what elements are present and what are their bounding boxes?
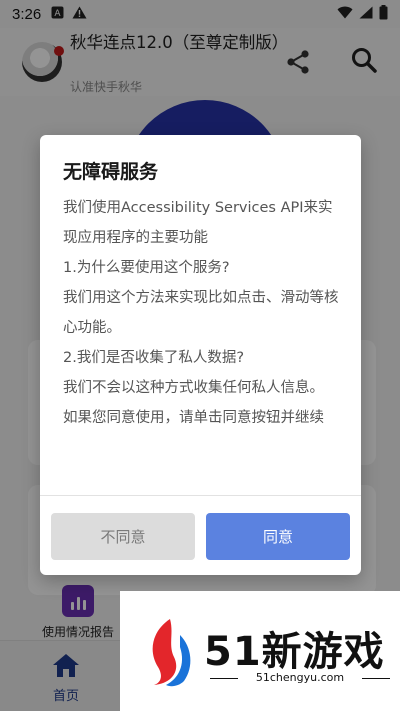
dialog-paragraph: 我们用这个方法来实现比如点击、滑动等核心功能。 [63, 290, 339, 336]
watermark-domain: 51chengyu.com [210, 671, 390, 684]
disagree-button[interactable]: 不同意 [51, 513, 195, 560]
accessibility-dialog: 无障碍服务 我们使用Accessibility Services API来实现应… [40, 135, 361, 575]
dialog-paragraph: 如果您同意使用，请单击同意按钮并继续 [63, 410, 324, 426]
watermark-brand: 51新游戏 [204, 629, 385, 675]
dialog-body[interactable]: 我们使用Accessibility Services API来实现应用程序的主要… [63, 193, 345, 493]
dialog-paragraph: 1.为什么要使用这个服务? [63, 260, 230, 276]
dialog-divider [40, 495, 361, 496]
watermark-logo-icon [152, 619, 191, 687]
agree-button[interactable]: 同意 [206, 513, 350, 560]
dialog-paragraph: 我们不会以这种方式收集任何私人信息。 [63, 380, 324, 396]
dialog-paragraph: 我们使用Accessibility Services API来实现应用程序的主要… [63, 200, 333, 246]
dialog-paragraph: 2.我们是否收集了私人数据? [63, 350, 245, 366]
watermark: 51新游戏 51chengyu.com [120, 591, 400, 711]
dialog-title: 无障碍服务 [63, 161, 159, 183]
